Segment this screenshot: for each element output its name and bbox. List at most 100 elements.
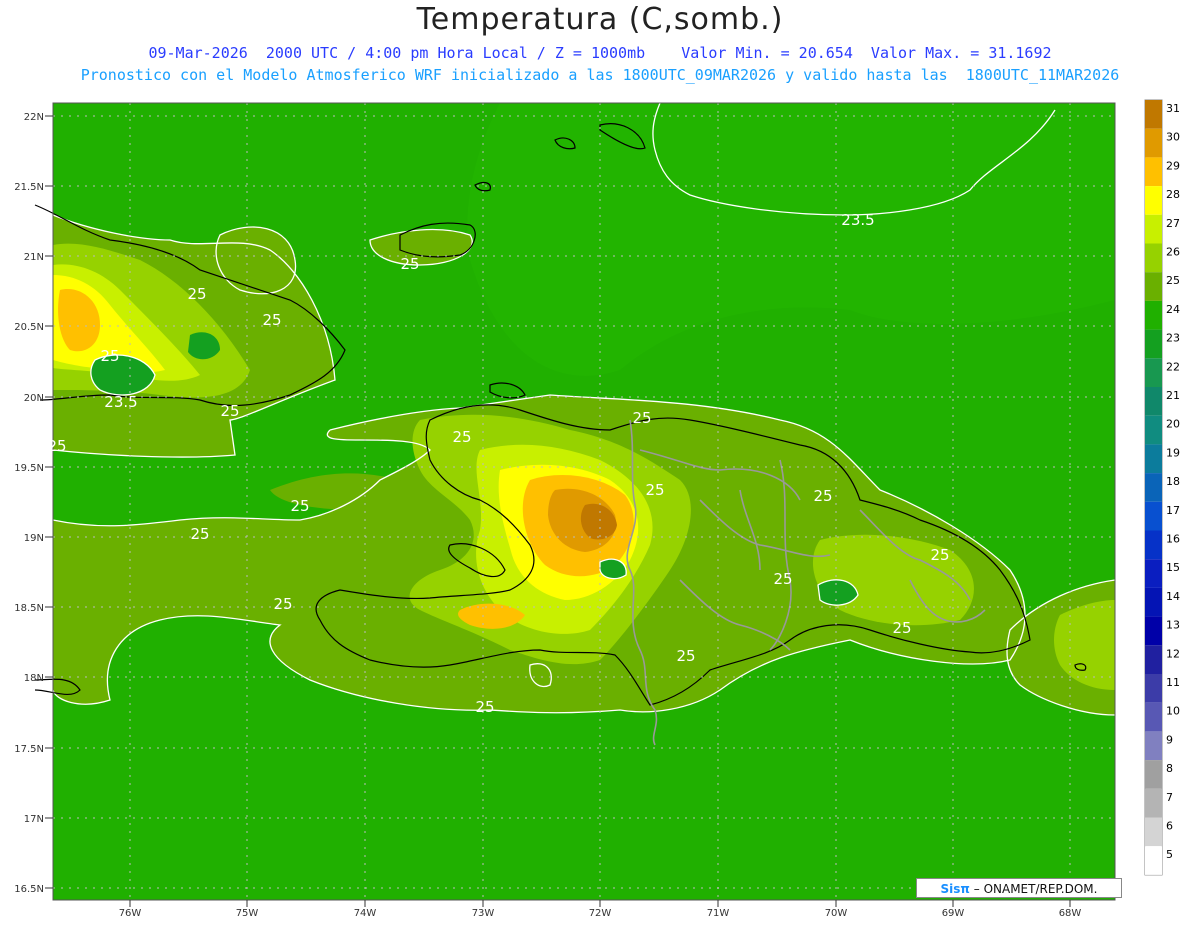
colorbar-level-label: 13 [1166,619,1180,632]
contour-label: 25 [100,347,119,365]
colorbar-swatch [1145,559,1162,588]
colorbar-swatch [1145,329,1162,359]
colorbar-swatch [1145,444,1162,474]
temperature-map: 22N 21.5N 21N 20.5N 20N 19.5N 19N 18.5N 18N 17.5N… [14,99,1180,919]
colorbar-swatch [1145,272,1162,301]
colorbar-swatch [1145,157,1162,187]
colorbar-level-label: 20 [1166,418,1180,431]
lon-tick-label: 73W [472,908,495,919]
colorbar-swatch [1145,473,1162,502]
contour-label: 25 [645,481,664,499]
colorbar-swatch [1145,616,1162,646]
contour-label: 25 [187,285,206,303]
contour-label: 25 [262,311,281,329]
lat-tick-label: 19N [24,533,44,544]
colorbar-swatch [1145,243,1162,273]
lon-tick-label: 76W [119,908,142,919]
colorbar-level-label: 17 [1166,504,1180,517]
contour-label: 25 [273,595,292,613]
colorbar-level-label: 26 [1166,246,1180,259]
colorbar-level-label: 12 [1166,647,1180,660]
colorbar-level-label: 31 [1166,102,1180,115]
sispi-logo-text: Sisπ [940,882,970,896]
lon-tick-label: 69W [942,908,965,919]
lat-tick-label: 20.5N [14,322,44,333]
colorbar-swatch [1145,587,1162,617]
colorbar-level-label: 19 [1166,446,1180,459]
credit-box: Sisπ – ONAMET/REP.DOM. [916,878,1122,898]
lon-tick-label: 71W [707,908,730,919]
colorbar-swatch [1145,300,1162,330]
lon-tick-label: 74W [354,908,377,919]
contour-label: 25 [813,487,832,505]
colorbar-level-label: 7 [1166,791,1173,804]
colorbar-level-label: 6 [1166,820,1173,833]
colorbar-level-label: 28 [1166,188,1180,201]
colorbar-level-label: 16 [1166,533,1180,546]
lon-tick-label: 72W [589,908,612,919]
contour-label: 23.5 [104,393,137,411]
contour-label: 25 [400,255,419,273]
colorbar-level-label: 25 [1166,274,1180,287]
contour-label: 25 [676,647,695,665]
lat-tick-label: 22N [24,112,44,123]
lon-tick-label: 68W [1059,908,1082,919]
colorbar-level-label: 24 [1166,303,1180,316]
lon-axis: 76W 75W 74W 73W 72W 71W 70W 69W 68W [119,900,1082,919]
colorbar-level-label: 11 [1166,676,1180,689]
colorbar-level-label: 5 [1166,848,1173,861]
colorbar-swatch [1145,702,1162,732]
colorbar-swatch [1145,387,1162,416]
colorbar-swatch [1145,731,1162,761]
colorbar-swatch [1145,530,1162,560]
colorbar-level-label: 23 [1166,332,1180,345]
lat-tick-label: 20N [24,393,44,404]
contour-label: 25 [892,619,911,637]
contour-label: 23.5 [841,211,874,229]
colorbar-swatch [1145,817,1162,847]
colorbar-swatch [1145,358,1162,387]
colorbar-swatch [1145,788,1162,818]
credit-text: – ONAMET/REP.DOM. [973,882,1098,896]
lat-tick-label: 17.5N [14,744,44,755]
colorbar-level-label: 14 [1166,590,1180,603]
colorbar-level-label: 15 [1166,561,1180,574]
contour-label: 25 [452,428,471,446]
colorbar-level-label: 8 [1166,762,1173,775]
lat-tick-label: 16.5N [14,884,44,895]
lat-tick-label: 21.5N [14,182,44,193]
lat-tick-label: 21N [24,252,44,263]
colorbar-swatch [1145,760,1162,789]
contour-label: 25 [47,437,66,455]
colorbar-level-label: 10 [1166,705,1180,718]
colorbar-swatch [1145,214,1162,244]
lat-tick-label: 19.5N [14,463,44,474]
contour-label: 25 [632,409,651,427]
colorbar-level-label: 29 [1166,159,1180,172]
contour-label: 25 [190,525,209,543]
colorbar-swatch [1145,501,1162,531]
lat-tick-label: 17N [24,814,44,825]
colorbar-swatch [1145,645,1162,674]
colorbar-level-label: 18 [1166,475,1180,488]
lat-tick-label: 18.5N [14,603,44,614]
contour-label: 25 [773,570,792,588]
lon-tick-label: 75W [236,908,259,919]
colorbar-level-label: 22 [1166,360,1180,373]
colorbar-level-label: 30 [1166,131,1180,144]
colorbar-swatch [1145,100,1162,129]
colorbar-legend: 31 30 29 28 27 26 25 24 23 22 21 20 19 18 17 16 15 14 13 12… [1144,99,1180,876]
contour-label: 25 [220,402,239,420]
colorbar-swatch [1145,128,1162,158]
contour-label: 25 [930,546,949,564]
colorbar-swatch [1145,415,1162,445]
colorbar-level-label: 21 [1166,389,1180,402]
contour-label: 25 [290,497,309,515]
colorbar-level-label: 9 [1166,733,1173,746]
colorbar-level-label: 27 [1166,217,1180,230]
lat-tick-label: 18N [24,673,44,684]
contour-label: 25 [475,698,494,716]
colorbar-swatch [1145,186,1162,215]
lat-axis: 22N 21.5N 21N 20.5N 20N 19.5N 19N 18.5N 18N 17.5N… [14,112,53,895]
colorbar-swatch [1145,674,1162,703]
